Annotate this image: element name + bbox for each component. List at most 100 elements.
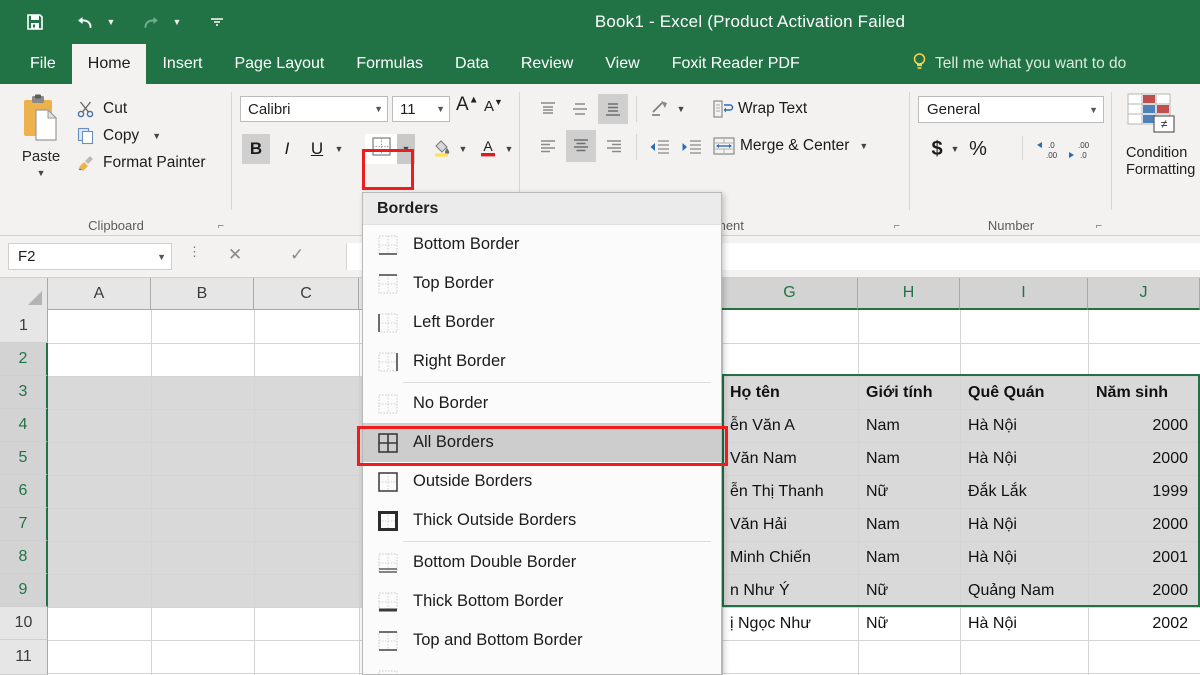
table-row[interactable]: ị Ngọc Như	[724, 607, 856, 640]
orientation-button[interactable]	[646, 96, 674, 122]
tab-foxit-reader-pdf[interactable]: Foxit Reader PDF	[656, 44, 816, 84]
percent-style-button[interactable]: %	[966, 134, 990, 164]
row-header-9[interactable]: 9	[0, 574, 48, 607]
fill-color-button[interactable]	[428, 134, 456, 164]
save-icon[interactable]	[18, 6, 52, 38]
tab-file[interactable]: File	[14, 44, 72, 84]
name-box[interactable]: F2 ▼	[8, 243, 172, 270]
row-header-11[interactable]: 11	[0, 640, 48, 675]
align-center-button[interactable]	[566, 130, 596, 162]
table-row[interactable]: Hà Nội	[962, 541, 1086, 574]
menu-item-top-border[interactable]: Top Border	[363, 264, 721, 303]
table-row[interactable]: ễn Văn A	[724, 409, 856, 442]
paste-dropdown-icon[interactable]: ▼	[37, 168, 46, 178]
font-size-dropdown-icon[interactable]: ▼	[436, 104, 445, 114]
table-row[interactable]: Nam	[860, 508, 958, 541]
formula-bar-grip[interactable]: ⋮	[188, 245, 201, 258]
table-row[interactable]: ễn Thị Thanh	[724, 475, 856, 508]
bottom-align-button[interactable]	[598, 94, 628, 124]
merge-and-center-button[interactable]: Merge & Center ▼	[712, 130, 868, 162]
table-row[interactable]: Quảng Nam	[962, 574, 1086, 607]
column-header-a[interactable]: A	[48, 278, 151, 310]
accounting-format-button[interactable]: $	[926, 134, 948, 164]
table-header-namsinh[interactable]: Năm sinh	[1090, 376, 1200, 409]
copy-dropdown-icon[interactable]: ▼	[152, 131, 161, 141]
increase-indent-button[interactable]	[676, 132, 706, 162]
increase-font-size-button[interactable]: A▲	[456, 94, 479, 116]
table-row[interactable]: Nữ	[860, 607, 958, 640]
paste-button[interactable]: Paste ▼	[10, 92, 72, 188]
number-dialog-launcher-icon[interactable]: ⌐	[1096, 220, 1102, 232]
wrap-text-button[interactable]: Wrap Text	[712, 94, 807, 124]
table-row[interactable]: 2000	[1090, 409, 1194, 442]
decrease-decimal-button[interactable]: .00.0	[1062, 134, 1092, 164]
menu-item-right-border[interactable]: Right Border	[363, 342, 721, 381]
merge-dropdown-icon[interactable]: ▼	[859, 141, 868, 151]
number-format-dropdown-icon[interactable]: ▼	[1089, 105, 1098, 115]
row-header-1[interactable]: 1	[0, 310, 48, 343]
comma-style-button[interactable]: 	[994, 134, 1016, 164]
tab-page-layout[interactable]: Page Layout	[218, 44, 340, 84]
table-row[interactable]: 2002	[1090, 607, 1194, 640]
undo-dropdown-icon[interactable]: ▼	[104, 17, 118, 27]
redo-dropdown-icon[interactable]: ▼	[170, 17, 184, 27]
menu-item-bottom-border[interactable]: Bottom Border	[363, 225, 721, 264]
column-header-j[interactable]: J	[1088, 278, 1200, 310]
menu-item-no-border[interactable]: No Border	[363, 384, 721, 423]
table-row[interactable]: n Như Ý	[724, 574, 856, 607]
font-name-dropdown-icon[interactable]: ▼	[374, 104, 383, 114]
underline-button[interactable]: U	[304, 134, 330, 164]
column-header-h[interactable]: H	[858, 278, 960, 310]
format-painter-button[interactable]: Format Painter	[76, 150, 206, 176]
conditional-formatting-button[interactable]: ≠ Condition Formatting	[1126, 92, 1200, 179]
row-header-7[interactable]: 7	[0, 508, 48, 541]
column-header-c[interactable]: C	[254, 278, 359, 310]
table-header-hoten[interactable]: Họ tên	[724, 376, 856, 409]
column-header-b[interactable]: B	[151, 278, 254, 310]
underline-dropdown-icon[interactable]: ▼	[332, 134, 346, 164]
tab-view[interactable]: View	[589, 44, 655, 84]
accounting-dropdown-icon[interactable]: ▼	[948, 134, 962, 164]
menu-item-thick-bottom-border[interactable]: Thick Bottom Border	[363, 582, 721, 621]
table-row[interactable]: Văn Nam	[724, 442, 856, 475]
table-row[interactable]: Văn Hải	[724, 508, 856, 541]
table-row[interactable]: Nam	[860, 541, 958, 574]
borders-button[interactable]	[365, 134, 397, 164]
tell-me-box[interactable]: Tell me what you want to do	[912, 44, 1126, 84]
middle-align-button[interactable]	[566, 96, 594, 122]
align-right-button[interactable]	[600, 132, 628, 162]
italic-button[interactable]: I	[274, 134, 300, 164]
tab-data[interactable]: Data	[439, 44, 505, 84]
menu-item-partial-clipped[interactable]	[363, 660, 721, 674]
table-row[interactable]: Nữ	[860, 475, 958, 508]
select-all-corner-button[interactable]	[0, 278, 48, 310]
row-header-10[interactable]: 10	[0, 607, 48, 640]
column-header-g[interactable]: G	[722, 278, 858, 310]
table-row[interactable]: 2000	[1090, 442, 1194, 475]
menu-item-left-border[interactable]: Left Border	[363, 303, 721, 342]
tab-formulas[interactable]: Formulas	[340, 44, 439, 84]
redo-icon[interactable]	[134, 6, 168, 38]
customize-quick-access-icon[interactable]	[200, 6, 234, 38]
orientation-dropdown-icon[interactable]: ▼	[674, 102, 688, 116]
menu-item-thick-outside-borders[interactable]: Thick Outside Borders	[363, 501, 721, 540]
table-row[interactable]: Minh Chiến	[724, 541, 856, 574]
confirm-icon[interactable]: ✓	[290, 245, 304, 265]
table-row[interactable]: 1999	[1090, 475, 1194, 508]
cut-button[interactable]: Cut	[76, 96, 127, 122]
clipboard-dialog-launcher-icon[interactable]: ⌐	[218, 220, 224, 232]
row-header-5[interactable]: 5	[0, 442, 48, 475]
table-row[interactable]: 2000	[1090, 508, 1194, 541]
table-header-quequan[interactable]: Quê Quán	[962, 376, 1086, 409]
row-header-2[interactable]: 2	[0, 343, 48, 376]
table-header-gioitinh[interactable]: Giới tính	[860, 376, 958, 409]
menu-item-all-borders[interactable]: All Borders	[363, 423, 721, 462]
font-color-button[interactable]: A	[474, 134, 502, 164]
decrease-font-size-button[interactable]: A▼	[484, 97, 503, 115]
align-left-button[interactable]	[534, 132, 562, 162]
row-header-3[interactable]: 3	[0, 376, 48, 409]
table-row[interactable]: Nữ	[860, 574, 958, 607]
table-row[interactable]: 2000	[1090, 574, 1194, 607]
row-header-6[interactable]: 6	[0, 475, 48, 508]
menu-item-bottom-double-border[interactable]: Bottom Double Border	[363, 543, 721, 582]
